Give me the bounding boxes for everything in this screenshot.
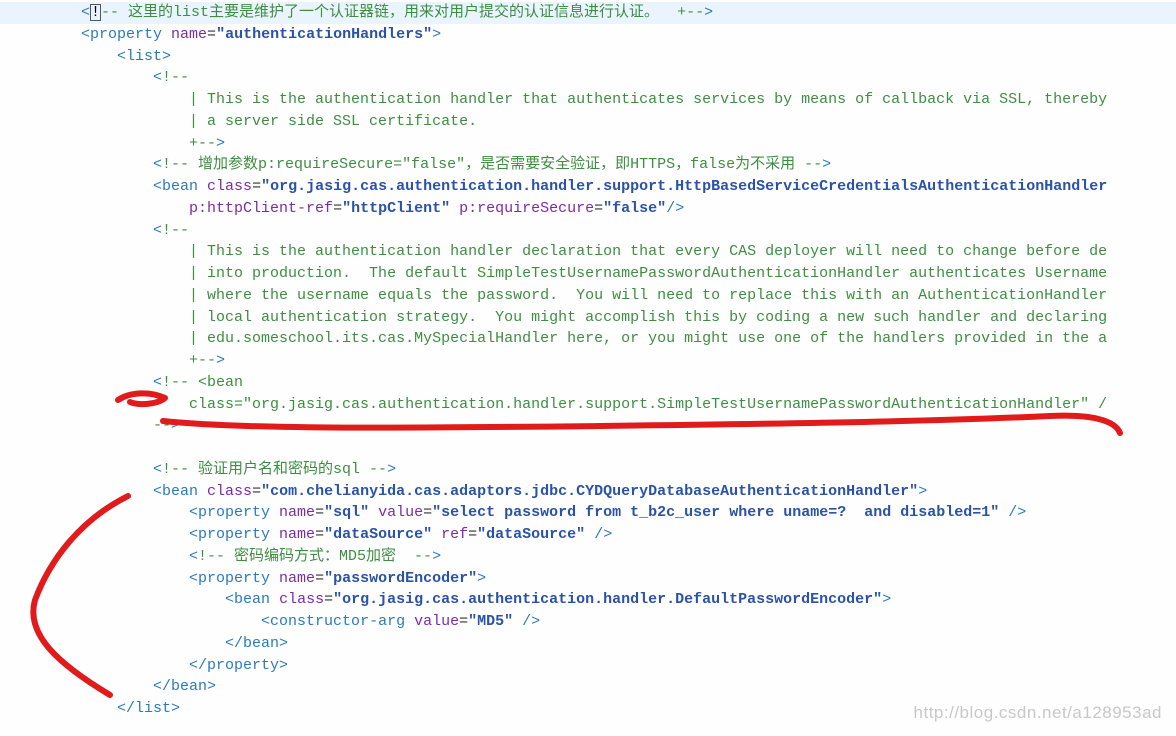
code-line: | This is the authentication handler dec… [0, 241, 1176, 263]
code-line: </bean> [0, 676, 1176, 698]
code-line: | where the username equals the password… [0, 285, 1176, 307]
code-line: <property name="authenticationHandlers"> [0, 24, 1176, 46]
code-line: </bean> [0, 633, 1176, 655]
code-line: | edu.someschool.its.cas.MySpecialHandle… [0, 328, 1176, 350]
code-line: <!-- [0, 220, 1176, 242]
code-line: | into production. The default SimpleTes… [0, 263, 1176, 285]
code-line: +--> [0, 350, 1176, 372]
code-line: <property name="sql" value="select passw… [0, 502, 1176, 524]
code-line [0, 437, 1176, 459]
code-line: <bean class="org.jasig.cas.authenticatio… [0, 589, 1176, 611]
code-line: <list> [0, 46, 1176, 68]
code-line: <!-- 验证用户名和密码的sql --> [0, 459, 1176, 481]
code-line: | local authentication strategy. You mig… [0, 307, 1176, 329]
code-line: p:httpClient-ref="httpClient" p:requireS… [0, 198, 1176, 220]
code-line: +--> [0, 133, 1176, 155]
code-line: | a server side SSL certificate. [0, 111, 1176, 133]
code-line: <property name="dataSource" ref="dataSou… [0, 524, 1176, 546]
code-line: --> [0, 415, 1176, 437]
code-line: | This is the authentication handler tha… [0, 89, 1176, 111]
code-line: <constructor-arg value="MD5" /> [0, 611, 1176, 633]
code-block: <!-- 这里的list主要是维护了一个认证器链，用来对用户提交的认证信息进行认… [0, 0, 1176, 720]
code-line: <bean class="org.jasig.cas.authenticatio… [0, 176, 1176, 198]
code-line: <!-- 这里的list主要是维护了一个认证器链，用来对用户提交的认证信息进行认… [0, 2, 1176, 24]
code-line: </list> [0, 698, 1176, 720]
code-line: class="org.jasig.cas.authentication.hand… [0, 394, 1176, 416]
code-line: <!-- [0, 67, 1176, 89]
code-line: <bean class="com.chelianyida.cas.adaptor… [0, 481, 1176, 503]
code-line: <!-- 密码编码方式：MD5加密 --> [0, 546, 1176, 568]
code-line: <!-- <bean [0, 372, 1176, 394]
code-line: <!-- 增加参数p:requireSecure="false"，是否需要安全验… [0, 154, 1176, 176]
code-line: <property name="passwordEncoder"> [0, 568, 1176, 590]
code-line: </property> [0, 655, 1176, 677]
